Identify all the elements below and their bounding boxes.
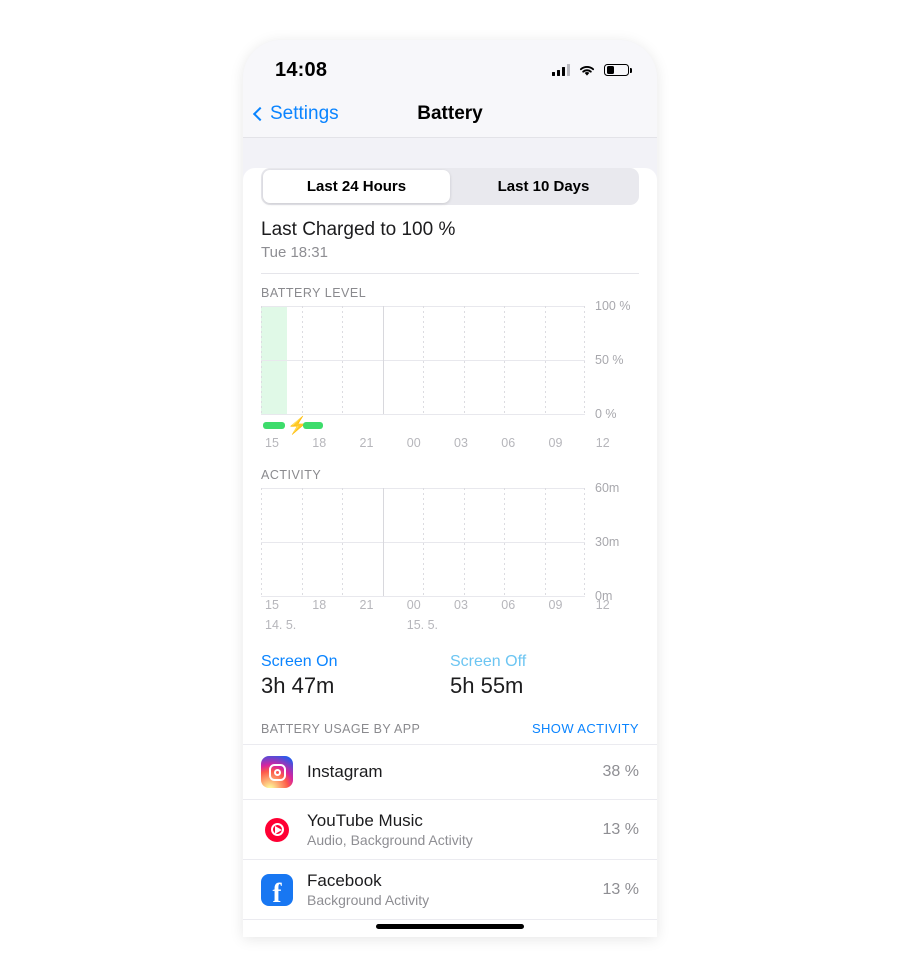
app-info: Instagram <box>307 762 603 782</box>
table-row[interactable]: YouTube Music Audio, Background Activity… <box>243 799 657 859</box>
instagram-icon <box>261 756 293 788</box>
home-indicator <box>376 923 524 929</box>
last-charged-title: Last Charged to 100 % <box>261 219 456 240</box>
battery-icon <box>604 63 632 77</box>
status-bar-clock: 14:08 <box>275 58 328 81</box>
content-card: Last 24 Hours Last 10 Days Last Charged … <box>243 168 657 937</box>
battery-level-y-axis: 0 % 50 % 100 % <box>595 299 631 421</box>
scroll-area[interactable]: Last 24 Hours Last 10 Days Last Charged … <box>243 138 657 937</box>
activity-x-axis: 15 18 21 00 03 06 09 12 <box>265 598 610 612</box>
app-subtitle: Background Activity <box>307 892 430 908</box>
wifi-icon <box>579 65 595 76</box>
navigation-bar: Settings Battery <box>243 90 657 138</box>
battery-level-plot <box>261 306 585 415</box>
last-charged-subtitle: Tue 18:31 <box>261 244 328 261</box>
phone-frame: 14:08 Settings Battery Last 24 Hours Las… <box>243 40 657 937</box>
activity-y-axis: 0m 30m 60m <box>595 481 620 603</box>
status-bar: 14:08 <box>243 40 657 90</box>
screen-off-block: Screen Off 5h 55m <box>450 653 639 699</box>
app-percent: 13 % <box>602 820 639 838</box>
charging-bar-right <box>303 422 323 429</box>
battery-usage-by-app-label: BATTERY USAGE BY APP <box>261 722 421 736</box>
app-percent: 13 % <box>602 880 639 898</box>
screen-on-value: 3h 47m <box>261 673 335 698</box>
time-range-segmented-control[interactable]: Last 24 Hours Last 10 Days <box>261 168 639 205</box>
back-to-settings-button[interactable]: Settings <box>252 102 339 125</box>
screen-on-block: Screen On 3h 47m <box>261 653 450 699</box>
app-name: Facebook <box>307 871 382 890</box>
app-subtitle: Audio, Background Activity <box>307 832 473 848</box>
youtube-music-icon <box>261 813 293 846</box>
back-button-label: Settings <box>270 102 339 124</box>
battery-level-x-axis: 15 18 21 00 03 06 09 12 <box>265 436 610 450</box>
segment-last-10-days[interactable]: Last 10 Days <box>450 170 637 203</box>
activity-plot <box>261 488 585 597</box>
show-activity-button[interactable]: SHOW ACTIVITY <box>532 721 639 736</box>
table-row[interactable]: f Facebook Background Activity 13 % <box>243 859 657 919</box>
screen-time-summary: Screen On 3h 47m Screen Off 5h 55m <box>243 637 657 699</box>
app-info: Facebook Background Activity <box>307 871 603 908</box>
charging-indicator: ⚡ <box>261 417 639 434</box>
screen-off-value: 5h 55m <box>450 673 524 698</box>
battery-usage-header: BATTERY USAGE BY APP SHOW ACTIVITY <box>243 699 657 744</box>
facebook-icon: f <box>261 873 293 906</box>
segment-last-24-hours[interactable]: Last 24 Hours <box>263 170 450 203</box>
app-name: Instagram <box>307 762 383 781</box>
app-percent: 38 % <box>602 763 639 780</box>
charging-bar-left <box>263 422 285 429</box>
status-bar-icons <box>551 63 632 77</box>
screen-on-label: Screen On <box>261 653 338 670</box>
table-row[interactable]: Instagram 38 % <box>243 744 657 799</box>
last-charged-block: Last Charged to 100 % Tue 18:31 <box>243 205 657 261</box>
activity-chart: 0m 30m 60m <box>261 481 639 603</box>
screenshot-root: 14:08 Settings Battery Last 24 Hours Las… <box>0 0 900 980</box>
chevron-left-icon <box>252 106 268 121</box>
cellular-bars-icon <box>551 64 570 76</box>
app-info: YouTube Music Audio, Background Activity <box>307 811 603 848</box>
screen-off-label: Screen Off <box>450 653 527 670</box>
app-name: YouTube Music <box>307 811 423 830</box>
battery-level-chart: 0 % 50 % 100 % <box>261 299 639 421</box>
activity-date-axis: 14. 5. 15. 5. <box>265 618 439 632</box>
